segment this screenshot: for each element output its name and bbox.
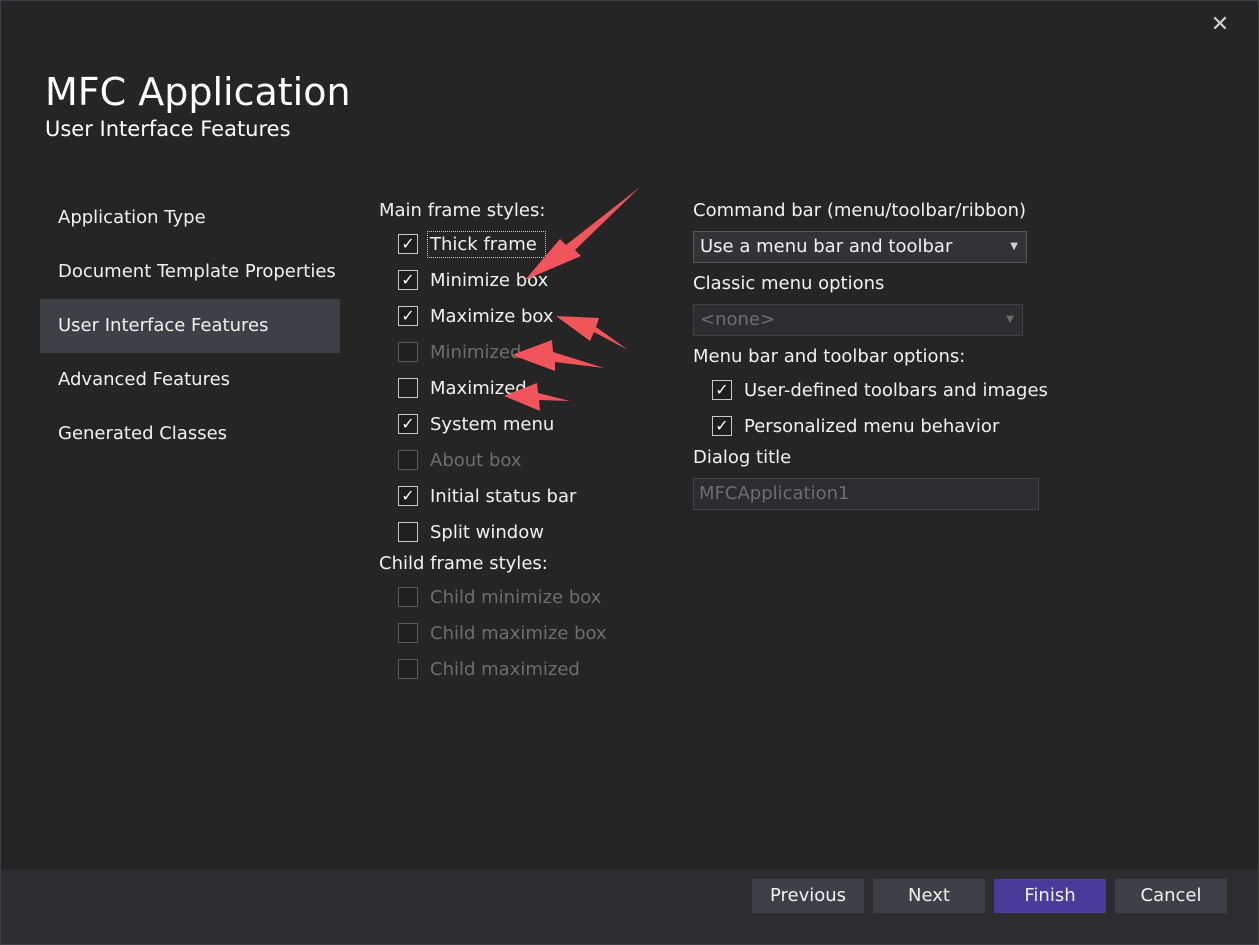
checkbox-box[interactable]: ✓ [712, 380, 732, 400]
cancel-button[interactable]: Cancel [1115, 879, 1227, 913]
checkbox-label: Split window [430, 521, 544, 543]
checkbox-box[interactable]: ✓ [712, 416, 732, 436]
checkbox-label: Personalized menu behavior [744, 415, 1000, 437]
sidebar-item-generated-classes[interactable]: Generated Classes [40, 407, 340, 461]
user-defined-toolbars-checkbox[interactable]: ✓ User-defined toolbars and images [712, 377, 1048, 403]
sidebar: Application Type Document Template Prope… [40, 191, 340, 461]
command-bar-label: Command bar (menu/toolbar/ribbon) [693, 200, 1027, 221]
checkbox-box[interactable] [398, 522, 418, 542]
checkbox-label: Thick frame [427, 230, 546, 258]
dialog-title-label: Dialog title [693, 447, 792, 468]
checkbox-box[interactable]: ✓ [398, 234, 418, 254]
personalized-menu-checkbox[interactable]: ✓ Personalized menu behavior [712, 413, 999, 439]
checkbox-box[interactable]: ✓ [398, 306, 418, 326]
checkbox-label: Child minimize box [430, 586, 602, 608]
child-frame-styles-label: Child frame styles: [379, 553, 548, 574]
classic-menu-value: <none> [700, 309, 776, 330]
checkbox-label: Child maximized [430, 658, 580, 680]
menu-toolbar-options-label: Menu bar and toolbar options: [693, 346, 966, 367]
child-minimize-box-checkbox: Child minimize box [398, 584, 601, 610]
minimized-checkbox: Minimized [398, 339, 521, 365]
checkbox-box [398, 587, 418, 607]
checkbox-label: Minimized [430, 341, 522, 363]
checkbox-label: Maximized [430, 377, 527, 399]
checkbox-box [398, 450, 418, 470]
dialog-window [0, 0, 1259, 945]
close-icon[interactable]: ✕ [1207, 12, 1233, 38]
checkbox-label: Child maximize box [430, 622, 607, 644]
initial-status-bar-checkbox[interactable]: ✓ Initial status bar [398, 483, 576, 509]
dropdown-arrow-icon: ▼ [1006, 314, 1014, 325]
checkbox-label: Initial status bar [430, 485, 577, 507]
dropdown-arrow-icon: ▼ [1010, 241, 1018, 252]
checkbox-box[interactable]: ✓ [398, 414, 418, 434]
command-bar-value: Use a menu bar and toolbar [700, 236, 953, 257]
checkbox-box [398, 659, 418, 679]
sidebar-item-document-template-properties[interactable]: Document Template Properties [40, 245, 340, 299]
sidebar-item-application-type[interactable]: Application Type [40, 191, 340, 245]
page-subtitle: User Interface Features [45, 117, 291, 141]
thick-frame-checkbox[interactable]: ✓ Thick frame [398, 230, 546, 258]
checkbox-box[interactable]: ✓ [398, 486, 418, 506]
next-button[interactable]: Next [873, 879, 985, 913]
sidebar-item-advanced-features[interactable]: Advanced Features [40, 353, 340, 407]
minimize-box-checkbox[interactable]: ✓ Minimize box [398, 267, 548, 293]
checkbox-label: Maximize box [430, 305, 554, 327]
split-window-checkbox[interactable]: Split window [398, 519, 544, 545]
command-bar-dropdown[interactable]: Use a menu bar and toolbar ▼ [693, 231, 1027, 263]
checkbox-label: System menu [430, 413, 555, 435]
maximized-checkbox[interactable]: Maximized [398, 375, 527, 401]
previous-button[interactable]: Previous [752, 879, 864, 913]
main-frame-styles-label: Main frame styles: [379, 200, 546, 221]
checkbox-label: About box [430, 449, 522, 471]
dialog-title-input: MFCApplication1 [693, 478, 1039, 510]
classic-menu-options-label: Classic menu options [693, 273, 885, 294]
sidebar-item-user-interface-features[interactable]: User Interface Features [40, 299, 340, 353]
checkbox-box[interactable] [398, 378, 418, 398]
child-maximized-checkbox: Child maximized [398, 656, 580, 682]
checkbox-box [398, 623, 418, 643]
maximize-box-checkbox[interactable]: ✓ Maximize box [398, 303, 554, 329]
checkbox-label: User-defined toolbars and images [744, 379, 1048, 401]
checkbox-label: Minimize box [430, 269, 549, 291]
finish-button[interactable]: Finish [994, 879, 1106, 913]
checkbox-box[interactable]: ✓ [398, 270, 418, 290]
page-title: MFC Application [45, 70, 351, 114]
child-maximize-box-checkbox: Child maximize box [398, 620, 607, 646]
checkbox-box [398, 342, 418, 362]
about-box-checkbox: About box [398, 447, 521, 473]
system-menu-checkbox[interactable]: ✓ System menu [398, 411, 554, 437]
classic-menu-options-dropdown: <none> ▼ [693, 304, 1023, 336]
